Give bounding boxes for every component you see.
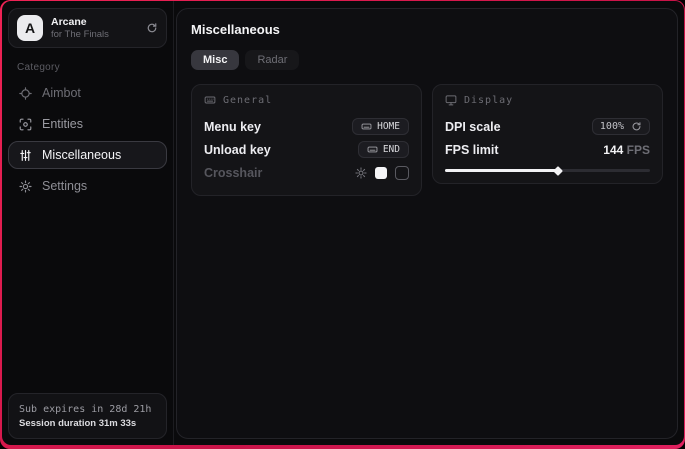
general-panel: General Menu key HOME <box>191 84 422 196</box>
crosshair-label: Crosshair <box>204 166 262 180</box>
monitor-icon <box>445 94 457 106</box>
display-panel: Display DPI scale 100% <box>432 84 663 184</box>
app-window: A Arcane for The Finals Category <box>2 1 684 445</box>
sidebar-item-label: Settings <box>42 179 87 193</box>
settings-cards-row: General Menu key HOME <box>191 84 663 196</box>
fps-unit: FPS <box>627 143 650 157</box>
keyboard-icon <box>361 121 372 132</box>
dpi-scale-control[interactable]: 100% <box>592 118 650 135</box>
keyboard-icon <box>367 144 378 155</box>
app-subtitle: for The Finals <box>51 29 138 41</box>
display-panel-title: Display <box>464 95 513 106</box>
sidebar-item-label: Miscellaneous <box>42 148 121 162</box>
fps-slider-thumb[interactable] <box>553 166 563 176</box>
menu-key-label: Menu key <box>204 120 261 134</box>
gear-icon <box>18 180 32 193</box>
tab-misc[interactable]: Misc <box>191 50 239 70</box>
logo-text: Arcane for The Finals <box>51 16 138 41</box>
tab-bar: Misc Radar <box>191 50 663 70</box>
display-panel-header: Display <box>445 94 650 106</box>
scan-icon <box>18 118 32 131</box>
fps-limit-slider[interactable] <box>445 169 650 172</box>
crosshair-row: Crosshair <box>204 161 409 184</box>
sidebar-spacer <box>2 200 173 393</box>
menu-key-bind-button[interactable]: HOME <box>352 118 409 135</box>
sidebar-item-settings[interactable]: Settings <box>8 172 167 200</box>
dpi-scale-value: 100% <box>600 121 624 132</box>
main-card: Miscellaneous Misc Radar <box>176 8 678 439</box>
menu-key-value: HOME <box>377 121 400 132</box>
dpi-scale-row: DPI scale 100% <box>445 115 650 138</box>
sliders-icon <box>18 149 32 162</box>
app-title: Arcane <box>51 16 138 29</box>
sub-expiry-text: Sub expires in 28d 21h <box>19 402 156 417</box>
session-duration-text: Session duration 31m 33s <box>19 417 156 431</box>
sidebar-item-entities[interactable]: Entities <box>8 110 167 138</box>
unload-key-bind-button[interactable]: END <box>358 141 409 158</box>
fps-limit-value: 144 FPS <box>603 143 650 157</box>
crosshair-icon <box>18 87 32 100</box>
fps-number: 144 <box>603 143 623 157</box>
page-title: Miscellaneous <box>191 22 663 37</box>
sidebar-nav: Aimbot Entities <box>2 79 173 200</box>
main-area: Miscellaneous Misc Radar <box>174 1 684 445</box>
sidebar-item-miscellaneous[interactable]: Miscellaneous <box>8 141 167 169</box>
refresh-icon <box>631 121 642 132</box>
unload-key-row: Unload key END <box>204 138 409 161</box>
crosshair-controls <box>355 166 409 180</box>
fps-limit-label: FPS limit <box>445 143 498 157</box>
general-panel-title: General <box>223 95 272 106</box>
sidebar: A Arcane for The Finals Category <box>2 1 174 445</box>
refresh-icon[interactable] <box>146 22 158 34</box>
category-label: Category <box>17 62 173 73</box>
sidebar-item-aimbot[interactable]: Aimbot <box>8 79 167 107</box>
fps-slider-fill <box>445 169 558 172</box>
crosshair-checkbox[interactable] <box>395 166 409 180</box>
window-frame: A Arcane for The Finals Category <box>0 0 685 449</box>
unload-key-value: END <box>383 144 400 155</box>
subscription-card: Sub expires in 28d 21h Session duration … <box>8 393 167 439</box>
app-logo: A <box>17 15 43 41</box>
crosshair-color-swatch[interactable] <box>375 167 387 179</box>
fps-limit-row: FPS limit 144 FPS <box>445 138 650 161</box>
keyboard-icon <box>204 94 216 106</box>
logo-card: A Arcane for The Finals <box>8 8 167 48</box>
sidebar-item-label: Entities <box>42 117 83 131</box>
dpi-scale-label: DPI scale <box>445 120 501 134</box>
crosshair-settings-gear-icon[interactable] <box>355 167 367 179</box>
tab-radar[interactable]: Radar <box>245 50 299 70</box>
sidebar-item-label: Aimbot <box>42 86 81 100</box>
unload-key-label: Unload key <box>204 143 271 157</box>
menu-key-row: Menu key HOME <box>204 115 409 138</box>
general-panel-header: General <box>204 94 409 106</box>
